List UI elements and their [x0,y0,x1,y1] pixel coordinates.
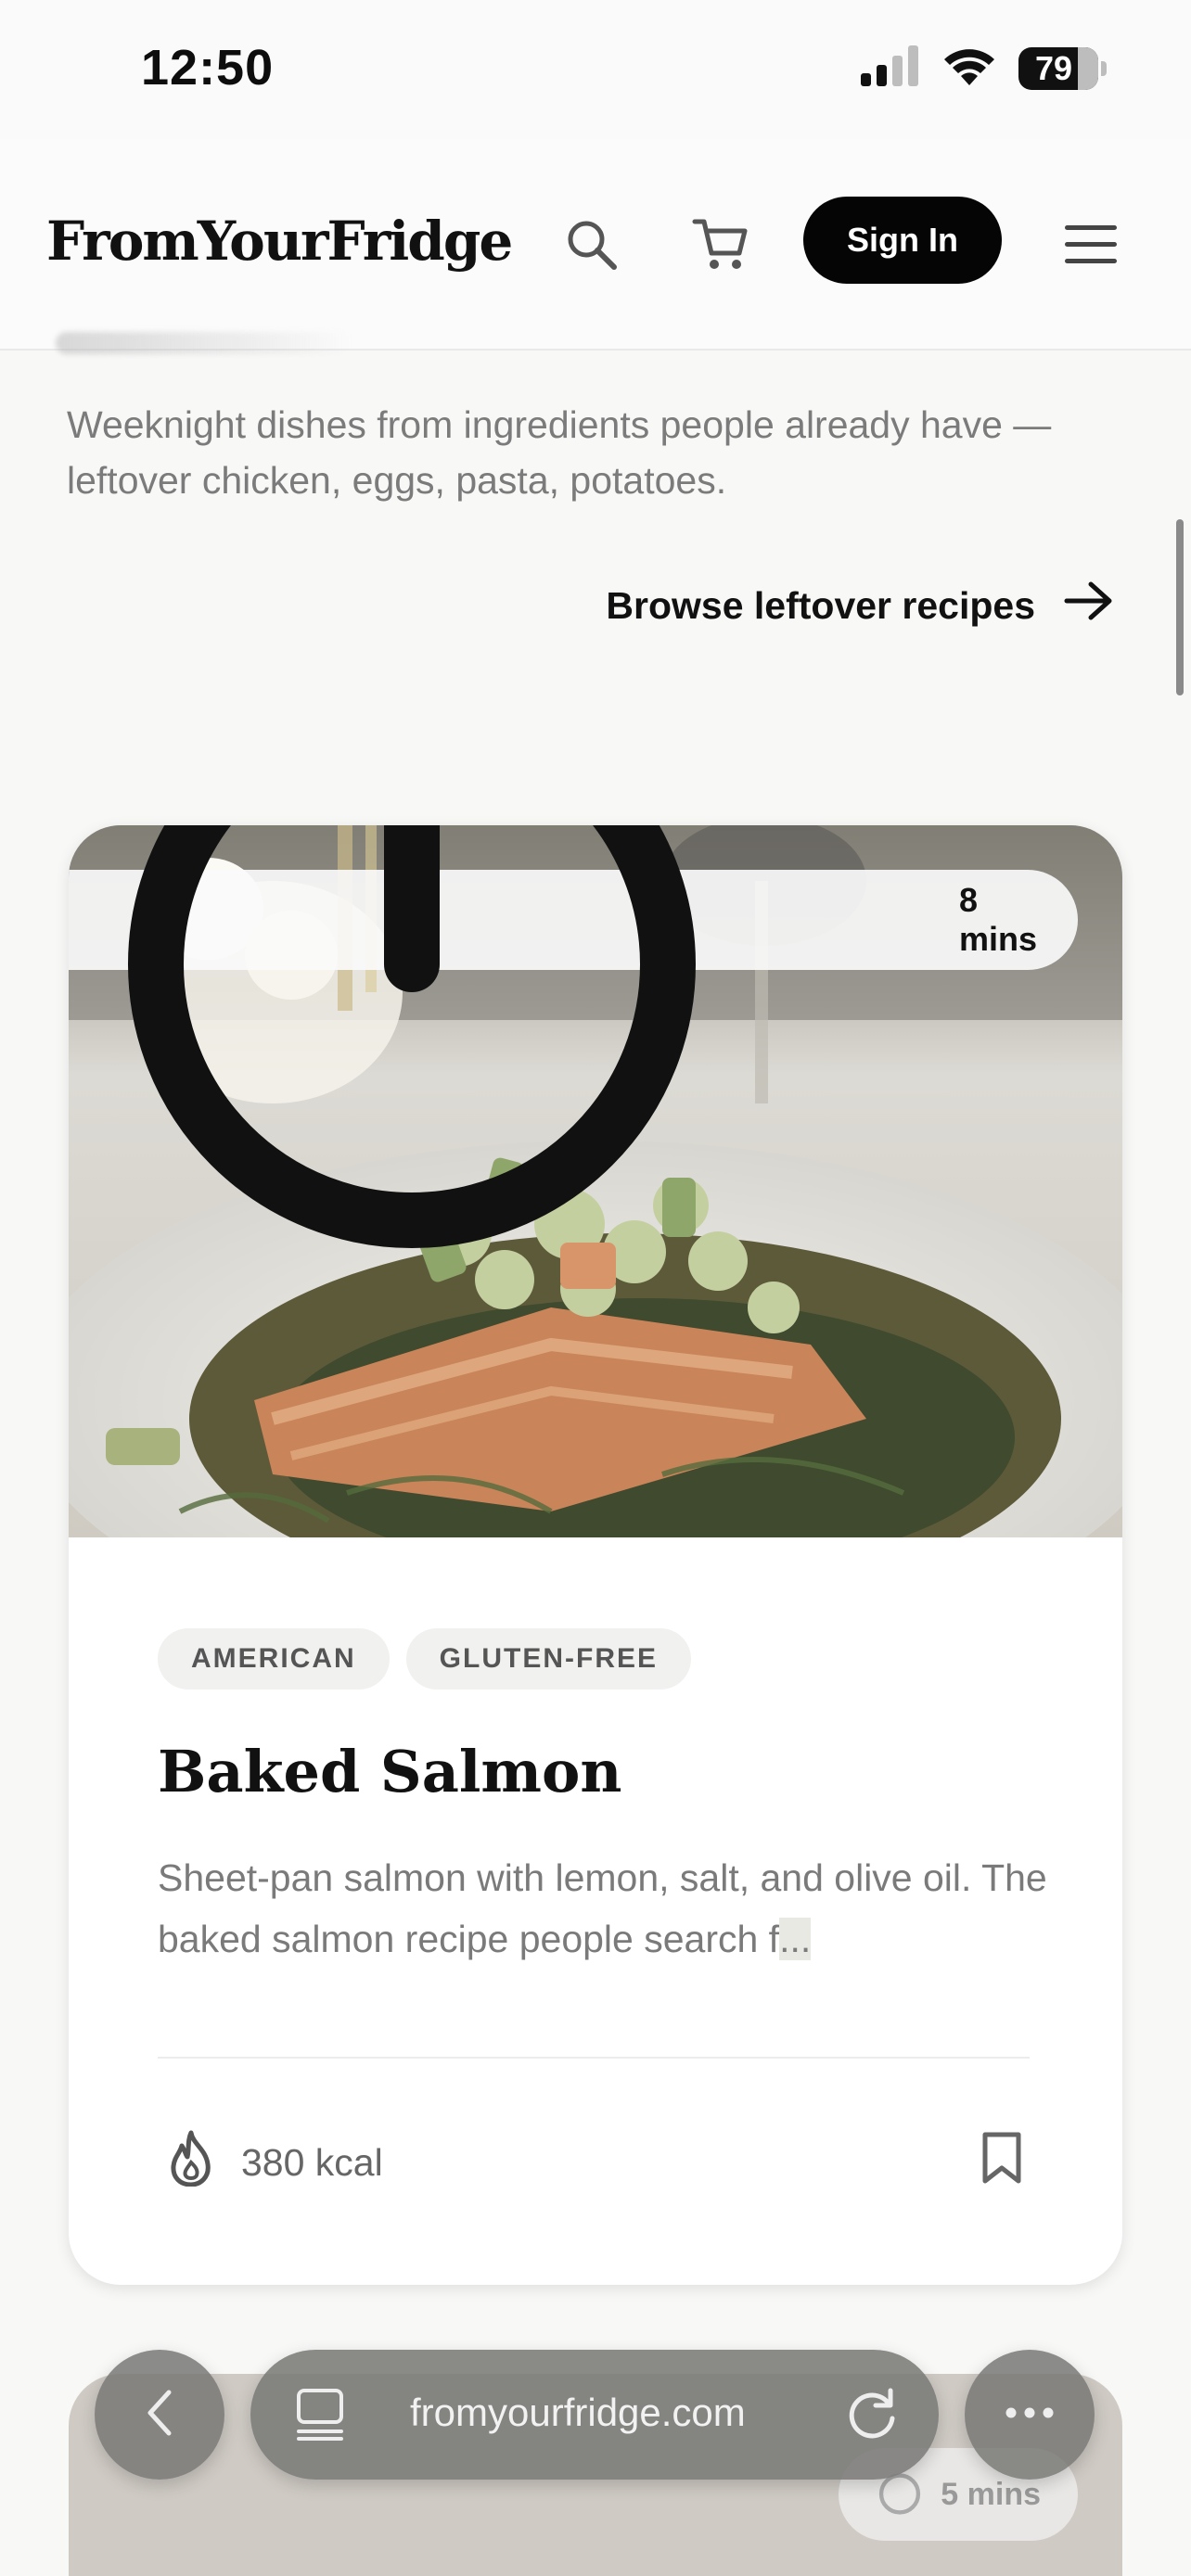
recipe-image: 8 mins [69,825,1122,1537]
recipe-tags: AMERICAN GLUTEN-FREE [158,1628,691,1690]
cook-time-text: 8 mins [958,881,1038,958]
cook-time-badge: 8 mins [69,825,1078,1248]
browse-link-label: Browse leftover recipes [606,583,1035,627]
battery-level: 79 [1034,48,1073,87]
page-scrollbar[interactable] [1176,519,1184,695]
calories-text: 380 kcal [241,2140,383,2184]
card-divider [158,2057,1030,2059]
status-icons: 79 [861,45,1107,92]
more-button[interactable] [965,2350,1095,2480]
calories-info: 380 kcal [165,2129,383,2196]
battery-icon: 79 [1018,46,1107,90]
browse-leftover-link[interactable]: Browse leftover recipes [606,580,1115,631]
arrow-right-icon [1063,580,1115,631]
faded-text-fragment [56,332,352,354]
section-intro-text: Weeknight dishes from ingredients people… [67,403,1052,502]
status-time: 12:50 [141,40,275,96]
next-cook-time-text: 5 mins [941,2476,1041,2512]
flame-icon [165,2129,217,2196]
recipe-description: Sheet-pan salmon with lemon, salt, and o… [158,1847,1048,1970]
site-header: FromYourFridge Sign In [0,139,1191,351]
cart-icon[interactable] [685,208,759,282]
more-icon [1004,2406,1056,2424]
url-text[interactable]: fromyourfridge.com [410,2391,746,2435]
tag-gluten-free[interactable]: GLUTEN-FREE [405,1628,691,1690]
sign-in-button[interactable]: Sign In [803,197,1002,284]
tabs-icon[interactable] [295,2387,345,2447]
recipe-description-text: Sheet-pan salmon with lemon, salt, and o… [158,1856,1047,1960]
reload-icon[interactable] [846,2387,900,2447]
description-ellipsis: ... [779,1918,812,1960]
recipe-title[interactable]: Baked Salmon [158,1738,621,1805]
back-button[interactable] [95,2350,224,2480]
site-logo[interactable]: FromYourFridge [46,210,513,273]
status-bar: 12:50 79 [0,0,1191,139]
recipe-card[interactable]: 8 mins AMERICAN GLUTEN-FREE Baked Salmon… [69,825,1122,2285]
address-bar[interactable]: fromyourfridge.com [250,2350,939,2480]
timer-icon [69,825,939,1276]
signal-icon [861,45,920,91]
menu-icon[interactable] [1054,208,1128,282]
back-icon [141,2387,178,2443]
wifi-icon [941,45,998,92]
tag-american[interactable]: AMERICAN [158,1628,390,1690]
search-icon[interactable] [555,208,629,282]
bookmark-icon[interactable] [978,2129,1026,2187]
